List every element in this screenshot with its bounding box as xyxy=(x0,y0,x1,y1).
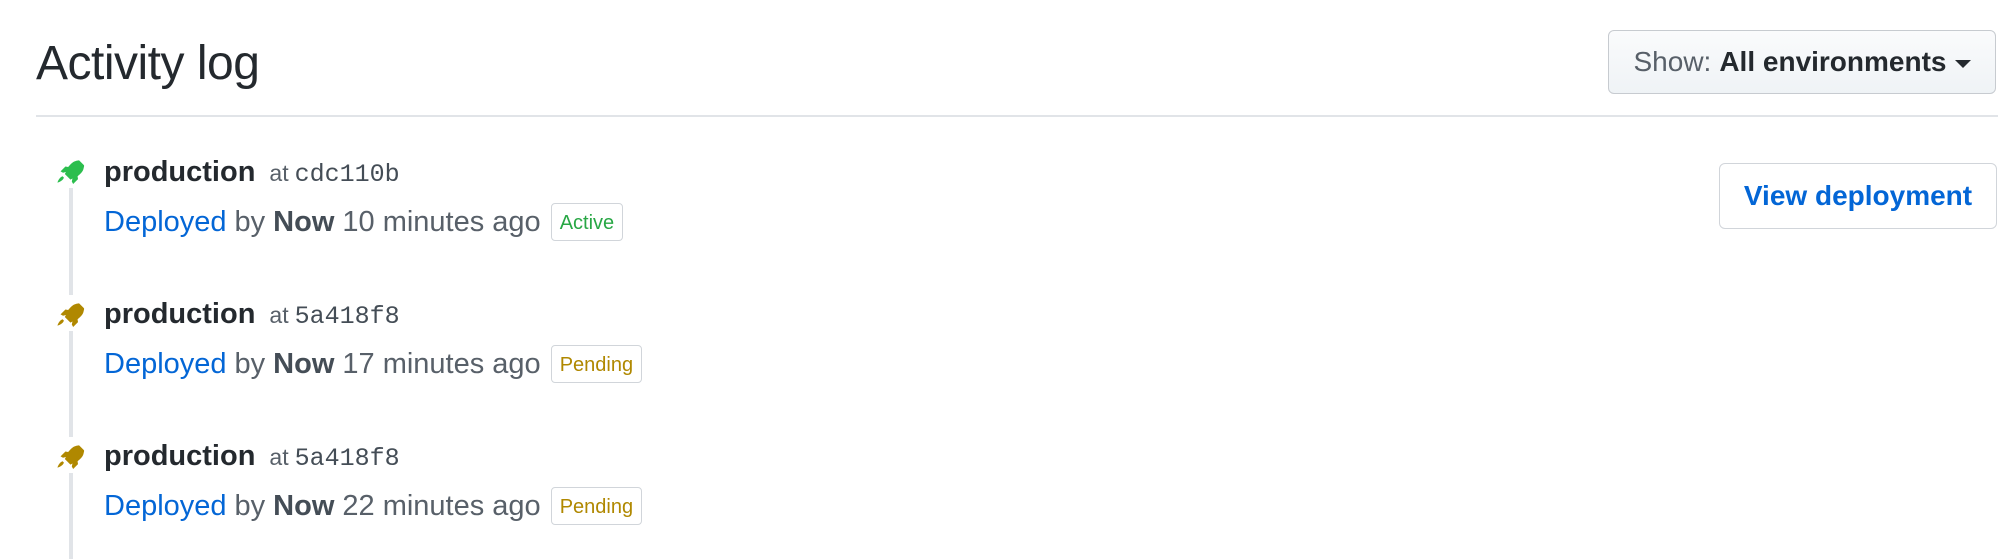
rocket-icon xyxy=(52,152,88,188)
environment-line: production at 5a418f8 xyxy=(104,438,400,477)
at-label: at xyxy=(269,160,289,186)
deployment-detail: Deployed by Now 10 minutes ago Active xyxy=(104,203,624,241)
relative-time: 17 minutes ago xyxy=(342,348,541,380)
relative-time: 22 minutes ago xyxy=(342,490,541,522)
actor-name[interactable]: Now xyxy=(273,204,334,240)
environment-line: production at 5a418f8 xyxy=(104,296,400,335)
environment-name: production xyxy=(104,440,256,472)
deployment-detail: Deployed by Now 22 minutes ago Pending xyxy=(104,487,643,525)
environment-name: production xyxy=(104,156,256,188)
status-badge: Active xyxy=(550,203,624,241)
deployed-link[interactable]: Deployed xyxy=(104,204,227,240)
rocket-icon xyxy=(52,295,88,331)
status-badge: Pending xyxy=(550,345,643,383)
rocket-icon xyxy=(52,437,88,473)
at-label: at xyxy=(269,444,289,470)
deployment-detail: Deployed by Now 17 minutes ago Pending xyxy=(104,345,643,383)
commit-sha-link[interactable]: 5a418f8 xyxy=(295,302,400,331)
deployed-link[interactable]: Deployed xyxy=(104,346,227,382)
deployed-link[interactable]: Deployed xyxy=(104,488,227,524)
actor-name[interactable]: Now xyxy=(273,346,334,382)
by-label: by xyxy=(234,490,266,522)
by-label: by xyxy=(234,206,266,238)
deployment-entry: production at 5a418f8 Deployed by Now 22 m… xyxy=(0,0,2014,525)
relative-time: 10 minutes ago xyxy=(342,206,541,238)
view-deployment-button[interactable]: View deployment xyxy=(1719,163,1997,229)
by-label: by xyxy=(234,348,266,380)
commit-sha-link[interactable]: cdc110b xyxy=(295,160,400,189)
at-label: at xyxy=(269,302,289,328)
commit-sha-link[interactable]: 5a418f8 xyxy=(295,444,400,473)
actor-name[interactable]: Now xyxy=(273,488,334,524)
timeline-line xyxy=(69,178,73,559)
environment-name: production xyxy=(104,298,256,330)
status-badge: Pending xyxy=(550,487,643,525)
environment-line: production at cdc110b xyxy=(104,154,400,193)
